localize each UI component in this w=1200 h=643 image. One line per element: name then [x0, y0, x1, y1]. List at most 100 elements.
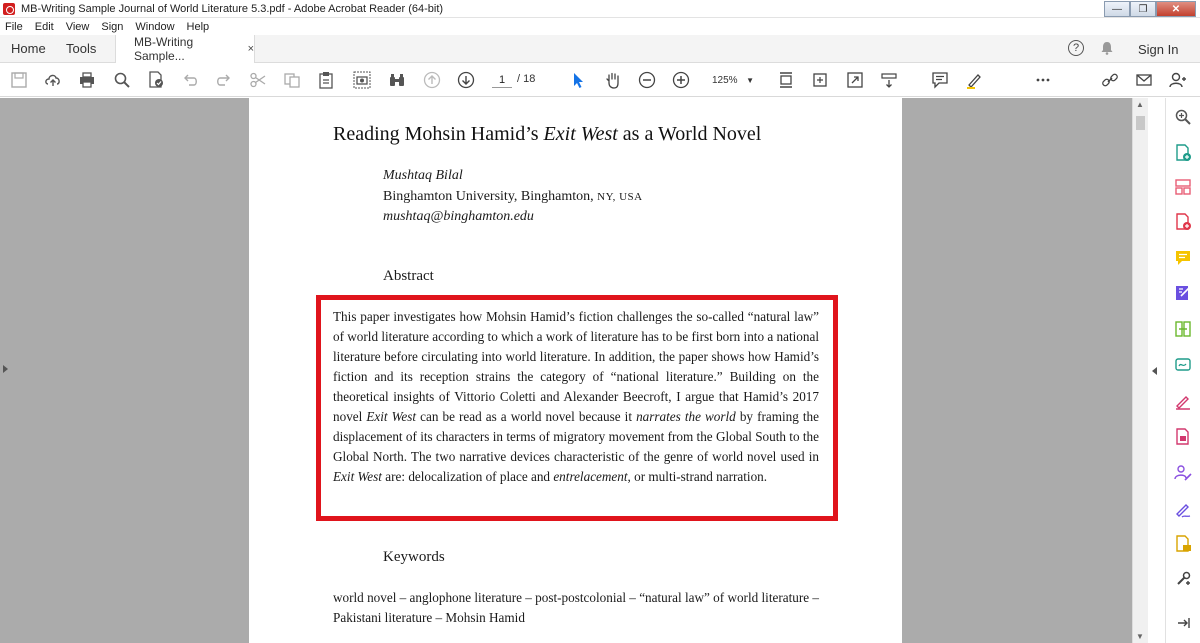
certificates-icon[interactable] — [1174, 500, 1192, 518]
request-signatures-icon[interactable] — [1174, 356, 1192, 374]
edit-pdf-icon[interactable] — [1174, 284, 1192, 302]
fill-sign-icon[interactable] — [1174, 392, 1192, 410]
zoom-level-select[interactable]: 125% ▼ — [706, 71, 758, 89]
share-link-icon[interactable] — [1100, 70, 1120, 90]
select-cursor-icon[interactable] — [568, 70, 588, 90]
toolbar: 1 / 18 125% ▼ — [0, 63, 1200, 97]
tab-tools[interactable]: Tools — [66, 41, 96, 56]
verify-document-icon[interactable] — [146, 70, 166, 90]
next-page-icon[interactable] — [456, 70, 476, 90]
menu-view[interactable]: View — [66, 21, 90, 33]
abstract-part: , or multi-strand narration. — [627, 469, 768, 484]
hand-tool-icon[interactable] — [603, 70, 623, 90]
abstract-italic: Exit West — [333, 469, 382, 484]
keywords-heading: Keywords — [383, 549, 445, 565]
title-text-italic: Exit West — [543, 123, 618, 145]
rotate-page-icon[interactable] — [810, 70, 830, 90]
menu-file[interactable]: File — [5, 21, 23, 33]
help-icon[interactable]: ? — [1068, 40, 1084, 56]
highlight-pen-icon[interactable] — [964, 70, 984, 90]
full-screen-icon[interactable] — [845, 70, 865, 90]
menu-window[interactable]: Window — [135, 21, 174, 33]
abstract-heading: Abstract — [383, 268, 434, 284]
abstract-part: This paper investigates how Mohsin Hamid… — [333, 309, 819, 424]
binoculars-icon[interactable] — [387, 70, 407, 90]
title-text-1: Reading Mohsin Hamid’s — [333, 123, 544, 145]
menu-sign[interactable]: Sign — [101, 21, 123, 33]
affiliation-location: NY, USA — [597, 191, 643, 203]
affiliation-text: Binghamton University, Binghamton, — [383, 189, 598, 204]
export-pdf-icon[interactable] — [1174, 213, 1192, 231]
menu-edit[interactable]: Edit — [35, 21, 54, 33]
send-for-signature-icon[interactable] — [1174, 464, 1192, 482]
author-email: mushtaq@binghamton.edu — [383, 209, 534, 224]
acrobat-app-icon — [3, 2, 15, 15]
create-pdf-icon[interactable] — [1174, 144, 1192, 162]
zoom-level-value: 125% — [712, 74, 738, 86]
cloud-upload-icon[interactable] — [43, 70, 63, 90]
abstract-italic: Exit West — [366, 409, 417, 424]
zoom-icon[interactable] — [1174, 108, 1192, 126]
tab-close-icon[interactable]: × — [248, 43, 254, 55]
search-icon[interactable] — [112, 70, 132, 90]
abstract-part: are: delocalization of place and — [381, 469, 554, 484]
pdf-page: Reading Mohsin Hamid’s Exit West as a Wo… — [249, 98, 902, 643]
paste-icon[interactable] — [316, 70, 336, 90]
author-name: Mushtaq Bilal — [383, 168, 463, 183]
menu-help[interactable]: Help — [187, 21, 210, 33]
zoom-out-icon[interactable] — [637, 70, 657, 90]
organize-pages-icon[interactable] — [1174, 178, 1192, 196]
more-tools-wrench-icon[interactable] — [1174, 570, 1192, 588]
tab-document[interactable]: MB-Writing Sample... × — [115, 35, 255, 63]
tab-home[interactable]: Home — [11, 41, 46, 56]
zoom-in-icon[interactable] — [671, 70, 691, 90]
minimize-button[interactable]: — — [1104, 1, 1130, 17]
redo-icon[interactable] — [214, 70, 234, 90]
maximize-button[interactable]: ❐ — [1130, 1, 1156, 17]
page-number-input[interactable]: 1 — [492, 72, 512, 88]
scroll-mode-icon[interactable] — [879, 70, 899, 90]
bell-icon[interactable] — [1100, 41, 1114, 55]
window-controls: — ❐ ✕ — [1104, 1, 1196, 17]
abstract-italic: narrates the world — [636, 409, 736, 424]
collapse-pane-icon[interactable] — [1174, 614, 1192, 632]
combine-files-icon[interactable] — [1174, 320, 1192, 338]
close-button[interactable]: ✕ — [1156, 1, 1196, 17]
protect-icon[interactable] — [1174, 428, 1192, 446]
chevron-down-icon: ▼ — [746, 75, 754, 85]
email-icon[interactable] — [1134, 70, 1154, 90]
tab-bar: Home Tools MB-Writing Sample... × ? Sign… — [0, 35, 1200, 63]
copy-icon[interactable] — [282, 70, 302, 90]
article-title: Reading Mohsin Hamid’s Exit West as a Wo… — [333, 123, 761, 146]
abstract-part: can be read as a world novel because it — [416, 409, 637, 424]
right-panel-toggle-icon[interactable] — [1152, 367, 1157, 375]
author-affiliation: Binghamton University, Binghamton, NY, U… — [383, 189, 643, 205]
sign-in-link[interactable]: Sign In — [1138, 42, 1178, 57]
more-tools-icon[interactable] — [1033, 70, 1053, 90]
scissors-icon[interactable] — [248, 70, 268, 90]
window-title: MB-Writing Sample Journal of World Liter… — [21, 2, 444, 15]
title-text-2: as a World Novel — [617, 123, 762, 145]
undo-icon[interactable] — [180, 70, 200, 90]
fit-page-icon[interactable] — [776, 70, 796, 90]
scroll-down-icon[interactable]: ▼ — [1136, 632, 1144, 641]
comment-icon[interactable] — [930, 70, 950, 90]
snapshot-icon[interactable] — [352, 70, 372, 90]
tools-pane — [1165, 98, 1200, 643]
prepare-form-icon[interactable] — [1174, 535, 1192, 553]
abstract-italic: entrelacement — [553, 469, 628, 484]
vertical-scrollbar[interactable]: ▲ ▼ — [1132, 98, 1148, 643]
title-bar: MB-Writing Sample Journal of World Liter… — [0, 0, 1200, 18]
keywords-text: world novel – anglophone literature – po… — [333, 590, 819, 625]
abstract-text: This paper investigates how Mohsin Hamid… — [333, 307, 819, 487]
save-icon[interactable] — [9, 70, 29, 90]
add-user-icon[interactable] — [1168, 70, 1188, 90]
comment-tool-icon[interactable] — [1174, 249, 1192, 267]
scroll-up-icon[interactable]: ▲ — [1136, 100, 1144, 109]
print-icon[interactable] — [77, 70, 97, 90]
previous-page-icon[interactable] — [422, 70, 442, 90]
left-panel-toggle-icon[interactable] — [3, 365, 8, 373]
page-total: / 18 — [517, 73, 536, 85]
menu-bar: File Edit View Sign Window Help — [0, 18, 1200, 35]
scroll-thumb[interactable] — [1136, 116, 1145, 130]
